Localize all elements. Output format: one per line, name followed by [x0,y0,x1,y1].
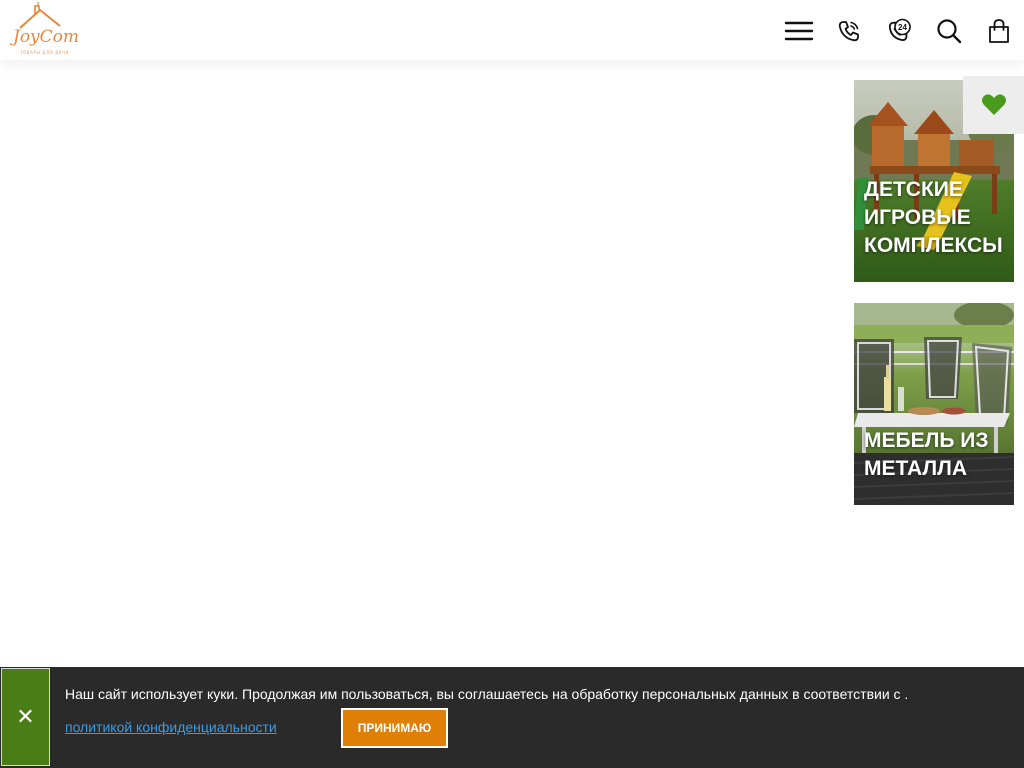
svg-text:JoyCom: JoyCom [10,27,79,47]
svg-text:24: 24 [898,23,907,32]
search-icon[interactable] [934,16,964,46]
site-header: JoyCom ТОВАРЫ ДЛЯ ДАЧИ 24 [0,0,1024,60]
site-logo[interactable]: JoyCom ТОВАРЫ ДЛЯ ДАЧИ [10,2,84,58]
close-icon: ✕ [16,704,35,729]
cart-icon[interactable] [984,16,1014,46]
category-title: Детские игровые комплексы [864,178,1003,257]
phone-icon[interactable] [834,16,864,46]
cookie-close-button[interactable]: ✕ [1,668,50,766]
logo-icon: JoyCom ТОВАРЫ ДЛЯ ДАЧИ [10,2,79,55]
privacy-policy-link[interactable]: политикой конфиденциальности [65,718,277,736]
menu-icon[interactable] [784,16,814,46]
heart-icon [981,94,1006,115]
category-title: Мебель из металла [864,429,989,480]
svg-text:ТОВАРЫ ДЛЯ ДАЧИ: ТОВАРЫ ДЛЯ ДАЧИ [19,50,69,55]
cookie-message: Наш сайт использует куки. Продолжая им п… [65,686,909,702]
category-card-metal-furniture[interactable]: Мебель из металла [854,303,1014,505]
accept-cookies-button[interactable]: Принимаю [341,708,448,748]
cookie-banner: ✕ Наш сайт использует куки. Продолжая им… [0,667,1024,768]
favorites-button[interactable] [963,76,1024,134]
phone-24-icon[interactable]: 24 [884,16,914,46]
